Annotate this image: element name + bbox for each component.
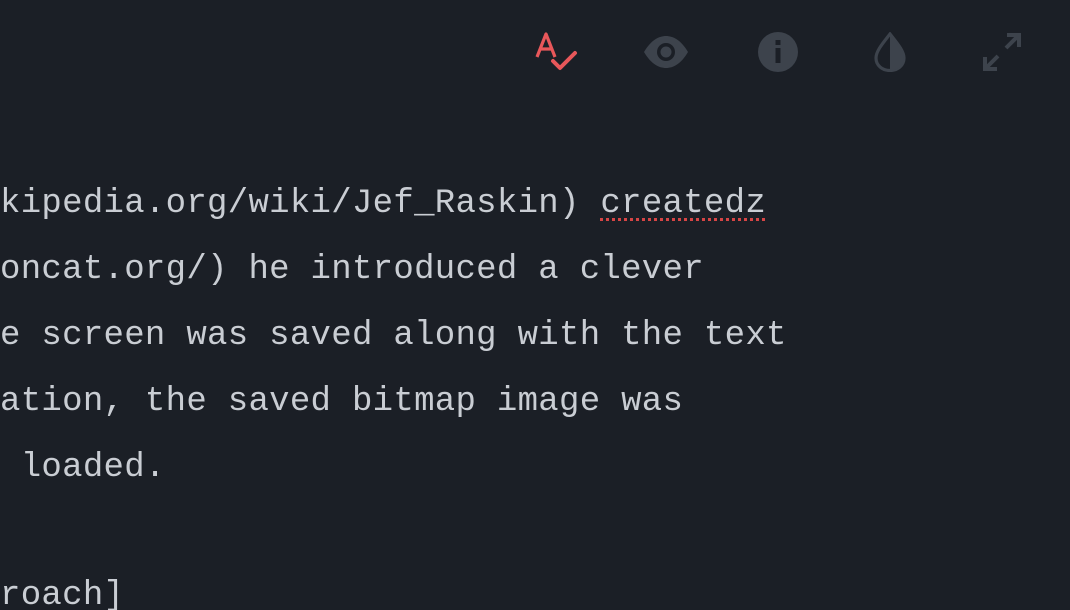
contrast-icon bbox=[874, 32, 906, 72]
eye-icon bbox=[644, 36, 688, 68]
expand-icon bbox=[983, 33, 1021, 71]
fullscreen-button[interactable] bbox=[978, 28, 1026, 76]
editor-toolbar bbox=[0, 0, 1070, 110]
markdown-editor[interactable]: kipedia.org/wiki/Jef_Raskin) createdz on… bbox=[0, 172, 1070, 610]
preview-button[interactable] bbox=[642, 28, 690, 76]
misspelled-word[interactable]: createdz bbox=[600, 185, 766, 223]
editor-line: loaded. bbox=[0, 449, 166, 487]
editor-line: kipedia.org/wiki/Jef_Raskin) createdz bbox=[0, 184, 766, 224]
contrast-button[interactable] bbox=[866, 28, 914, 76]
editor-line: e screen was saved along with the text bbox=[0, 317, 787, 355]
spellcheck-button[interactable] bbox=[532, 28, 580, 76]
spellcheck-icon bbox=[535, 32, 577, 70]
info-icon bbox=[758, 32, 798, 72]
info-button[interactable] bbox=[754, 28, 802, 76]
editor-line: oncat.org/) he introduced a clever bbox=[0, 251, 704, 289]
line-text: kipedia.org/wiki/Jef_Raskin) bbox=[0, 185, 601, 223]
editor-line: roach] bbox=[0, 577, 125, 610]
editor-line: ation, the saved bitmap image was bbox=[0, 383, 684, 421]
